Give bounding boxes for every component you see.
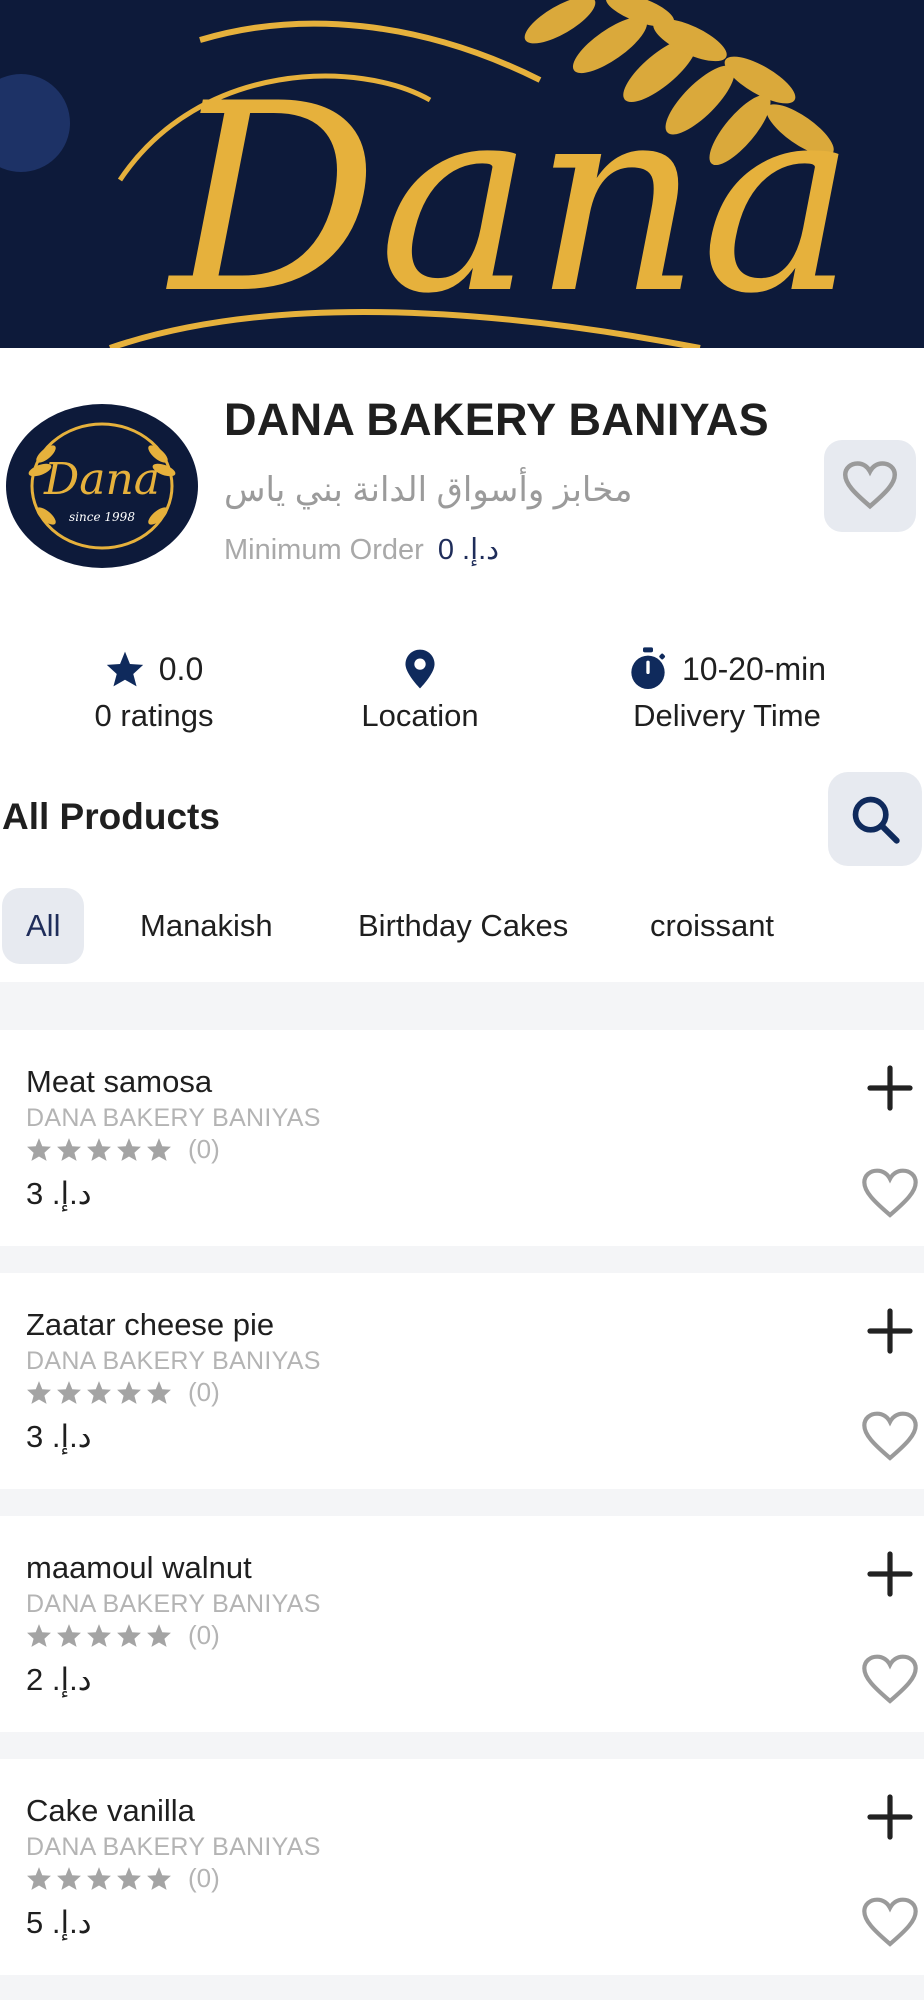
- product-shop: DANA BAKERY BANIYAS: [26, 1104, 321, 1132]
- rating-value: 0.0: [158, 650, 204, 687]
- logo-since: since 1998: [69, 510, 135, 524]
- star-icon: [57, 1138, 81, 1161]
- star-icon: [117, 1867, 141, 1890]
- product-card[interactable]: Zaatar cheese pie DANA BAKERY BANIYAS (0) د…: [0, 1273, 924, 1489]
- star-icon: [117, 1381, 141, 1404]
- location-label: Location: [361, 698, 479, 733]
- star-icon: [117, 1138, 141, 1161]
- star-icon: [27, 1624, 51, 1647]
- star-icon: [57, 1867, 81, 1890]
- product-shop: DANA BAKERY BANIYAS: [26, 1347, 321, 1375]
- store-banner: Dana: [0, 0, 924, 348]
- star-icon: [106, 651, 143, 687]
- product-shop: DANA BAKERY BANIYAS: [26, 1590, 321, 1618]
- star-icon: [87, 1138, 111, 1161]
- heart-outline-icon[interactable]: [862, 1895, 918, 1951]
- product-name: maamoul walnut: [26, 1550, 252, 1585]
- product-card[interactable]: Meat samosa DANA BAKERY BANIYAS (0) د.إ. 3: [0, 1030, 924, 1246]
- search-icon: [852, 796, 900, 844]
- star-icon: [27, 1381, 51, 1404]
- store-logo: Dana since 1998: [6, 404, 198, 568]
- product-card[interactable]: maamoul walnut DANA BAKERY BANIYAS (0) د.إ.…: [0, 1516, 924, 1732]
- star-icon: [147, 1624, 171, 1647]
- heart-outline-icon: [843, 461, 897, 510]
- stopwatch-icon: [631, 647, 665, 689]
- plus-icon[interactable]: [866, 1550, 914, 1598]
- product-rating: (0): [26, 1134, 220, 1165]
- rating-count: (0): [188, 1377, 220, 1407]
- star-icon: [147, 1138, 171, 1161]
- location-pin-icon: [405, 649, 435, 689]
- delivery-time-stat: 10-20-min Delivery Time: [620, 646, 834, 734]
- chevron-left-icon: [0, 74, 2, 104]
- plus-icon[interactable]: [866, 1064, 914, 1112]
- star-icon: [27, 1867, 51, 1890]
- product-card[interactable]: Cake vanilla DANA BAKERY BANIYAS (0) د.إ. 5: [0, 1759, 924, 1975]
- product-price: د.إ. 2: [26, 1662, 92, 1697]
- product-shop: DANA BAKERY BANIYAS: [26, 1833, 321, 1861]
- tab-all[interactable]: All: [2, 888, 85, 964]
- product-name: Zaatar cheese pie: [26, 1307, 275, 1342]
- product-name: Cake vanilla: [26, 1793, 195, 1828]
- tab-birthday-cakes[interactable]: Birthday Cakes: [334, 888, 592, 964]
- plus-icon[interactable]: [866, 1793, 914, 1841]
- rating-stat: 0.0 0 ratings: [70, 646, 238, 734]
- product-rating: (0): [26, 1620, 220, 1651]
- star-icon: [87, 1381, 111, 1404]
- star-icon: [147, 1867, 171, 1890]
- product-rating: (0): [26, 1863, 220, 1894]
- rating-label: 0 ratings: [94, 698, 214, 733]
- favorite-store-button[interactable]: [824, 440, 916, 532]
- product-price: د.إ. 3: [26, 1419, 92, 1454]
- store-name: DANA BAKERY BANIYAS: [224, 394, 769, 445]
- store-name-arabic: مخابز وأسواق الدانة بني ياس: [224, 471, 633, 509]
- star-icon: [117, 1624, 141, 1647]
- star-icon: [57, 1624, 81, 1647]
- product-name: Meat samosa: [26, 1064, 213, 1099]
- location-stat[interactable]: Location: [340, 646, 500, 734]
- minimum-order: Minimum Order د.إ. 0: [224, 532, 499, 567]
- star-icon: [27, 1138, 51, 1161]
- rating-count: (0): [188, 1620, 220, 1650]
- tab-manakish[interactable]: Manakish: [116, 888, 297, 964]
- product-price: د.إ. 5: [26, 1905, 92, 1940]
- plus-icon[interactable]: [866, 1307, 914, 1355]
- category-tabs: All Manakish Birthday Cakes croissant: [0, 888, 924, 964]
- heart-outline-icon[interactable]: [862, 1409, 918, 1465]
- star-icon: [147, 1381, 171, 1404]
- heart-outline-icon[interactable]: [862, 1652, 918, 1708]
- rating-count: (0): [188, 1134, 220, 1164]
- star-icon: [57, 1381, 81, 1404]
- delivery-time-label: Delivery Time: [633, 698, 821, 733]
- search-button[interactable]: [828, 772, 922, 866]
- logo-text: Dana: [43, 454, 161, 505]
- star-icon: [87, 1867, 111, 1890]
- banner-script-text: Dana: [170, 49, 856, 348]
- product-price: د.إ. 3: [26, 1176, 92, 1211]
- star-icon: [87, 1624, 111, 1647]
- min-order-label: Minimum Order: [224, 534, 424, 566]
- products-header: All Products All Manakish Birthday Cakes…: [0, 758, 924, 982]
- tab-croissant[interactable]: croissant: [626, 888, 798, 964]
- store-info-panel: Dana since 1998 DANA BAKERY BANIYAS مخاب…: [0, 348, 924, 758]
- delivery-time-value: 10-20-min: [681, 650, 827, 687]
- rating-count: (0): [188, 1863, 220, 1893]
- product-rating: (0): [26, 1377, 220, 1408]
- min-order-value: د.إ. 0: [437, 534, 500, 566]
- products-title: All Products: [2, 796, 220, 837]
- heart-outline-icon[interactable]: [862, 1166, 918, 1222]
